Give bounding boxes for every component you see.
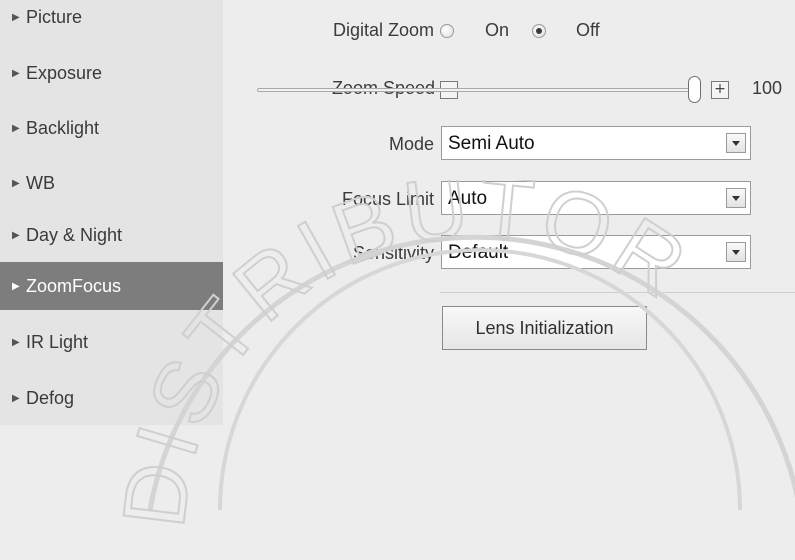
sidebar-item-ir-light[interactable]: ▶ IR Light [0, 320, 223, 364]
settings-sidebar: ▶ Picture ▶ Exposure ▶ Backlight ▶ WB ▶ … [0, 0, 223, 425]
digital-zoom-label: Digital Zoom [332, 20, 434, 40]
form-divider [440, 292, 795, 293]
expand-triangle-icon: ▶ [12, 392, 20, 404]
dropdown-arrow-icon[interactable] [726, 133, 746, 153]
sidebar-item-wb[interactable]: ▶ WB [0, 161, 223, 205]
sidebar-item-label: IR Light [26, 331, 89, 352]
lens-initialization-button[interactable]: Lens Initialization [442, 306, 647, 350]
sidebar-item-backlight[interactable]: ▶ Backlight [0, 106, 223, 150]
dropdown-arrow-icon[interactable] [726, 242, 746, 262]
zoom-speed-slider-handle[interactable] [688, 76, 701, 103]
sidebar-item-exposure[interactable]: ▶ Exposure [0, 51, 223, 95]
mode-select[interactable]: Semi Auto [441, 126, 751, 160]
digital-zoom-on-radio[interactable] [440, 24, 454, 38]
expand-triangle-icon: ▶ [12, 280, 20, 292]
sidebar-item-label: Exposure [26, 62, 103, 83]
expand-triangle-icon: ▶ [12, 122, 20, 134]
expand-triangle-icon: ▶ [12, 336, 20, 348]
expand-triangle-icon: ▶ [12, 67, 20, 79]
sidebar-item-picture[interactable]: ▶ Picture [0, 0, 223, 34]
focus-limit-select-value: Auto [448, 188, 488, 209]
sidebar-item-defog[interactable]: ▶ Defog [0, 376, 223, 420]
expand-triangle-icon: ▶ [12, 229, 20, 241]
sidebar-item-label: Picture [26, 6, 83, 27]
sidebar-item-label: Defog [26, 387, 75, 408]
sensitivity-select-value: Default [448, 242, 509, 263]
sidebar-item-label: ZoomFocus [26, 275, 122, 296]
digital-zoom-off-text: Off [576, 20, 600, 40]
mode-select-value: Semi Auto [448, 133, 535, 154]
focus-limit-label: Focus Limit [341, 189, 434, 209]
dropdown-arrow-icon[interactable] [726, 188, 746, 208]
digital-zoom-off-radio[interactable] [532, 24, 546, 38]
sensitivity-label: Sensitivity [352, 243, 434, 263]
sidebar-item-day-night[interactable]: ▶ Day & Night [0, 213, 223, 257]
sidebar-item-label: Day & Night [26, 224, 123, 245]
sensitivity-select[interactable]: Default [441, 235, 751, 269]
expand-triangle-icon: ▶ [12, 11, 20, 23]
sidebar-item-label: WB [26, 172, 55, 193]
digital-zoom-on-text: On [485, 20, 510, 40]
sidebar-item-label: Backlight [26, 117, 100, 138]
zoom-speed-slider-track[interactable] [257, 88, 697, 92]
zoom-speed-increase-button[interactable]: + [711, 81, 729, 99]
focus-limit-select[interactable]: Auto [441, 181, 751, 215]
expand-triangle-icon: ▶ [12, 177, 20, 189]
zoom-speed-value: 100 [752, 78, 783, 98]
mode-label: Mode [388, 134, 434, 154]
sidebar-item-zoomfocus[interactable]: ▶ ZoomFocus [0, 262, 223, 310]
